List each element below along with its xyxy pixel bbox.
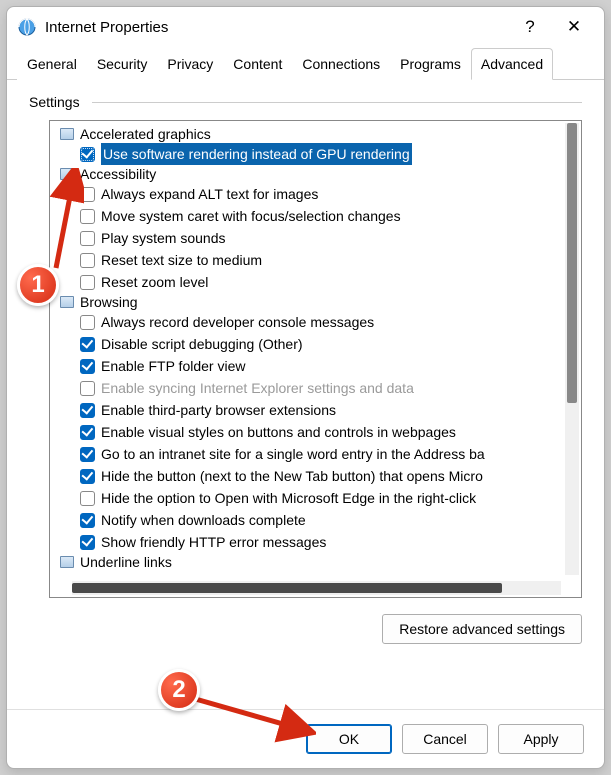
tree-item[interactable]: Enable syncing Internet Explorer setting… xyxy=(52,377,579,399)
settings-label-text: Settings xyxy=(29,94,80,110)
checkbox[interactable] xyxy=(80,403,95,418)
app-icon xyxy=(17,17,37,37)
tab-security[interactable]: Security xyxy=(87,48,158,80)
horizontal-scroll-thumb[interactable] xyxy=(72,583,502,593)
tree-item-label: Always expand ALT text for images xyxy=(101,183,318,205)
checkbox[interactable] xyxy=(80,491,95,506)
tree-section[interactable]: Browsing xyxy=(52,293,579,311)
tree-item[interactable]: Enable FTP folder view xyxy=(52,355,579,377)
tree-item-label: Hide the button (next to the New Tab but… xyxy=(101,465,483,487)
annotation-badge-2: 2 xyxy=(158,669,200,711)
section-label: Underline links xyxy=(80,554,172,570)
checkbox[interactable] xyxy=(80,381,95,396)
window-title: Internet Properties xyxy=(45,19,508,36)
tree-item-label: Notify when downloads complete xyxy=(101,509,306,531)
checkbox[interactable] xyxy=(80,513,95,528)
tree-item[interactable]: Always record developer console messages xyxy=(52,311,579,333)
tree-item-label: Always record developer console messages xyxy=(101,311,374,333)
help-button[interactable]: ? xyxy=(508,11,552,43)
section-icon xyxy=(60,128,74,140)
tree-item[interactable]: Always expand ALT text for images xyxy=(52,183,579,205)
tab-programs[interactable]: Programs xyxy=(390,48,471,80)
tree-item-label: Reset zoom level xyxy=(101,271,208,293)
tree-item[interactable]: Enable visual styles on buttons and cont… xyxy=(52,421,579,443)
horizontal-scrollbar[interactable] xyxy=(72,581,561,595)
tree-item-label: Move system caret with focus/selection c… xyxy=(101,205,401,227)
checkbox[interactable] xyxy=(80,535,95,550)
settings-group-label: Settings xyxy=(29,94,582,110)
tree-item-label: Enable visual styles on buttons and cont… xyxy=(101,421,456,443)
apply-button[interactable]: Apply xyxy=(498,724,584,754)
section-label: Accelerated graphics xyxy=(80,126,211,142)
checkbox[interactable] xyxy=(80,147,95,162)
tree-item[interactable]: Show friendly HTTP error messages xyxy=(52,531,579,553)
tree-item[interactable]: Hide the button (next to the New Tab but… xyxy=(52,465,579,487)
tree-item[interactable]: Play system sounds xyxy=(52,227,579,249)
tree-item-label: Reset text size to medium xyxy=(101,249,262,271)
tree-item[interactable]: Enable third-party browser extensions xyxy=(52,399,579,421)
tree-item-label: Disable script debugging (Other) xyxy=(101,333,303,355)
tree-item[interactable]: Move system caret with focus/selection c… xyxy=(52,205,579,227)
tab-strip: General Security Privacy Content Connect… xyxy=(7,47,604,80)
tree-item[interactable]: Go to an intranet site for a single word… xyxy=(52,443,579,465)
vertical-scrollbar[interactable] xyxy=(565,123,579,575)
tab-content-advanced: Settings Accelerated graphicsUse softwar… xyxy=(7,80,604,709)
settings-tree[interactable]: Accelerated graphicsUse software renderi… xyxy=(49,120,582,598)
cancel-button[interactable]: Cancel xyxy=(402,724,488,754)
tab-advanced[interactable]: Advanced xyxy=(471,48,553,80)
restore-advanced-settings-button[interactable]: Restore advanced settings xyxy=(382,614,582,644)
tree-section[interactable]: Underline links xyxy=(52,553,579,571)
tab-content[interactable]: Content xyxy=(223,48,292,80)
checkbox[interactable] xyxy=(80,253,95,268)
tree-item[interactable]: Notify when downloads complete xyxy=(52,509,579,531)
close-button[interactable]: ✕ xyxy=(552,11,596,43)
section-label: Accessibility xyxy=(80,166,156,182)
annotation-badge-1: 1 xyxy=(17,264,59,306)
checkbox[interactable] xyxy=(80,315,95,330)
tab-privacy[interactable]: Privacy xyxy=(157,48,223,80)
tree-section[interactable]: Accessibility xyxy=(52,165,579,183)
checkbox[interactable] xyxy=(80,469,95,484)
tree-item-label: Hide the option to Open with Microsoft E… xyxy=(101,487,476,509)
checkbox[interactable] xyxy=(80,359,95,374)
divider xyxy=(92,102,582,103)
vertical-scroll-thumb[interactable] xyxy=(567,123,577,403)
checkbox[interactable] xyxy=(80,447,95,462)
section-label: Browsing xyxy=(80,294,138,310)
titlebar: Internet Properties ? ✕ xyxy=(7,7,604,47)
tab-general[interactable]: General xyxy=(17,48,87,80)
section-icon xyxy=(60,296,74,308)
tree-item[interactable]: Reset zoom level xyxy=(52,271,579,293)
tree-item-label: Show friendly HTTP error messages xyxy=(101,531,326,553)
tree-item-label: Enable syncing Internet Explorer setting… xyxy=(101,377,414,399)
dialog-footer: OK Cancel Apply xyxy=(7,709,604,768)
checkbox[interactable] xyxy=(80,187,95,202)
checkbox[interactable] xyxy=(80,275,95,290)
tree-item-label: Play system sounds xyxy=(101,227,226,249)
checkbox[interactable] xyxy=(80,425,95,440)
tree-item[interactable]: Reset text size to medium xyxy=(52,249,579,271)
tree-item-label: Go to an intranet site for a single word… xyxy=(101,443,485,465)
section-icon xyxy=(60,556,74,568)
checkbox[interactable] xyxy=(80,231,95,246)
tree-item[interactable]: Use software rendering instead of GPU re… xyxy=(52,143,579,165)
checkbox[interactable] xyxy=(80,209,95,224)
dialog-window: Internet Properties ? ✕ General Security… xyxy=(6,6,605,769)
tree-section[interactable]: Accelerated graphics xyxy=(52,125,579,143)
tree-item-label: Enable third-party browser extensions xyxy=(101,399,336,421)
ok-button[interactable]: OK xyxy=(306,724,392,754)
checkbox[interactable] xyxy=(80,337,95,352)
tree-item[interactable]: Disable script debugging (Other) xyxy=(52,333,579,355)
tree-item-label: Use software rendering instead of GPU re… xyxy=(101,143,412,165)
tree-item[interactable]: Hide the option to Open with Microsoft E… xyxy=(52,487,579,509)
tree-item-label: Enable FTP folder view xyxy=(101,355,245,377)
tab-connections[interactable]: Connections xyxy=(292,48,390,80)
section-icon xyxy=(60,168,74,180)
